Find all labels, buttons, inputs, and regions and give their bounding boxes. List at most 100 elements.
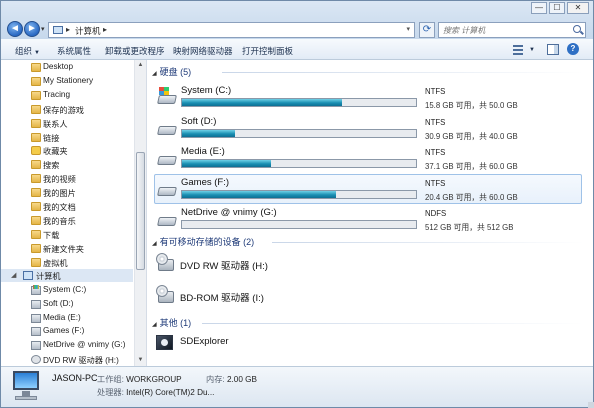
close-button[interactable]: ✕ <box>567 2 589 14</box>
uninstall-program-button[interactable]: 卸载或更改程序 <box>105 45 165 57</box>
sidebar-item[interactable]: 链接 <box>1 131 133 144</box>
system-drive-icon <box>157 87 177 107</box>
removable-drive-tile[interactable]: DVD RW 驱动器 (H:) <box>154 251 454 277</box>
hard-disks-group-header[interactable]: ◢ 硬盘 (5) <box>152 65 584 79</box>
organize-button[interactable]: 组织 ▼ <box>15 45 40 57</box>
system-properties-button[interactable]: 系统属性 <box>57 45 91 57</box>
sidebar-drive-item[interactable]: DVD RW 驱动器 (H:) <box>1 353 133 366</box>
drive-tile[interactable]: Soft (D:) NTFS 30.9 GB 可用，共 40.0 GB <box>154 113 582 143</box>
group-divider <box>202 323 584 324</box>
view-dropdown-chevron-icon[interactable]: ▼ <box>529 47 535 53</box>
sidebar-item-label: Tracing <box>43 89 70 99</box>
collapse-triangle-icon[interactable]: ◢ <box>152 241 157 247</box>
drive-icon <box>31 341 41 351</box>
folder-icon <box>31 76 41 86</box>
sidebar-item[interactable]: 收藏夹 <box>1 144 133 157</box>
breadcrumb-separator-icon[interactable]: ▸ <box>66 25 70 34</box>
sdexplorer-icon <box>156 335 173 350</box>
sidebar-item-label: 下载 <box>43 230 60 240</box>
preview-pane-icon[interactable] <box>547 44 559 55</box>
back-button[interactable]: ◄ <box>7 21 23 37</box>
sidebar-item[interactable]: 搜索 <box>1 158 133 171</box>
drive-tile[interactable]: System (C:) NTFS 15.8 GB 可用，共 50.0 GB <box>154 82 582 112</box>
collapse-triangle-icon[interactable]: ◢ <box>152 71 157 77</box>
sidebar-item[interactable]: 我的图片 <box>1 186 133 199</box>
scroll-up-arrow-icon[interactable]: ▲ <box>135 60 146 71</box>
sidebar-item-label: 我的音乐 <box>43 216 76 226</box>
system-drive-icon <box>31 285 41 295</box>
navigation-scrollbar[interactable]: ▲ ▼ <box>134 60 146 366</box>
sidebar-item[interactable]: 新建文件夹 <box>1 242 133 255</box>
sidebar-item-label: 搜索 <box>43 161 60 171</box>
recent-pages-chevron-icon[interactable]: ▾ <box>41 25 45 33</box>
removable-storage-group-header[interactable]: ◢ 有可移动存储的设备 (2) <box>152 235 584 249</box>
scroll-down-arrow-icon[interactable]: ▼ <box>135 355 146 366</box>
sidebar-drive-item[interactable]: Media (E:) <box>1 312 133 325</box>
sidebar-item[interactable]: 我的视频 <box>1 172 133 185</box>
sidebar-drive-label: Soft (D:) <box>43 298 74 308</box>
scrollbar-thumb[interactable] <box>136 152 145 270</box>
drive-icon <box>31 299 41 309</box>
folder-icon <box>31 243 41 253</box>
sidebar-item[interactable]: Desktop <box>1 61 133 74</box>
collapse-triangle-icon[interactable]: ◢ <box>152 322 157 328</box>
drive-tile[interactable]: Games (F:) NTFS 20.4 GB 可用，共 60.0 GB <box>154 173 582 204</box>
other-group-header[interactable]: ◢ 其他 (1) <box>152 316 584 330</box>
workgroup-label: 工作组: <box>97 375 124 384</box>
dvd-icon <box>31 355 41 364</box>
drive-name: NetDrive @ vnimy (G:) <box>181 207 277 218</box>
help-icon[interactable]: ? <box>567 43 579 55</box>
drive-usage-fill <box>182 129 236 137</box>
maximize-button[interactable]: ☐ <box>549 2 565 14</box>
explorer-window: — ☐ ✕ ◄ ► ▾ ▸ 计算机 ▸ ▾ ⟳ 组织▼ 系统属性 卸载或更改程序… <box>0 0 594 408</box>
other-item-tile[interactable]: SDExplorer <box>154 332 454 354</box>
search-icon[interactable] <box>573 25 581 33</box>
expanded-chevron-icon[interactable]: ◢ <box>11 271 16 279</box>
drive-icon <box>31 327 41 337</box>
sidebar-drive-item[interactable]: NetDrive @ vnimy (G:) <box>1 339 133 352</box>
sidebar-item[interactable]: 下载 <box>1 228 133 241</box>
sidebar-item-label: 我的文档 <box>43 203 76 212</box>
sidebar-item[interactable]: 保存的游戏 <box>1 103 133 116</box>
view-options-icon[interactable] <box>513 45 527 55</box>
search-box[interactable] <box>438 22 586 38</box>
drive-usage-fill <box>182 190 337 198</box>
sidebar-item[interactable]: Tracing <box>1 89 133 102</box>
minimize-button[interactable]: — <box>531 2 547 14</box>
sidebar-item[interactable]: 联系人 <box>1 117 133 130</box>
drive-tile[interactable]: NetDrive @ vnimy (G:) NDFS 512 GB 可用，共 512… <box>154 204 582 234</box>
map-network-drive-button[interactable]: 映射网络驱动器 <box>173 45 233 57</box>
sidebar-item[interactable]: 虚拟机 <box>1 256 133 269</box>
breadcrumb-chevron-icon[interactable]: ▸ <box>103 25 107 34</box>
nav-item-computer[interactable]: ◢ 计算机 <box>1 269 133 282</box>
sidebar-drive-item[interactable]: Games (F:) <box>1 325 133 338</box>
workgroup-info: 工作组: WORKGROUP <box>97 373 182 385</box>
sidebar-item[interactable]: My Stationery <box>1 75 133 88</box>
sidebar-item[interactable]: 我的音乐 <box>1 214 133 227</box>
address-bar[interactable]: ▸ 计算机 ▸ ▾ <box>48 22 415 38</box>
sidebar-drive-item[interactable]: System (C:) <box>1 284 133 297</box>
drive-name: Soft (D:) <box>181 115 217 127</box>
forward-button[interactable]: ► <box>24 21 40 37</box>
drive-filesystem: NDFS <box>425 209 447 218</box>
removable-drive-tile[interactable]: BD-ROM 驱动器 (I:) <box>154 283 454 309</box>
search-input[interactable] <box>439 23 567 37</box>
address-dropdown-chevron-down-icon[interactable]: ▾ <box>406 25 410 33</box>
details-pane: JASON-PC 工作组: WORKGROUP 内存: 2.00 GB 处理器:… <box>1 366 593 407</box>
optical-drive-icon <box>156 285 176 307</box>
memory-label: 内存: <box>206 375 225 384</box>
refresh-icon: ⟳ <box>422 24 432 35</box>
folder-icon <box>31 202 41 211</box>
refresh-button[interactable]: ⟳ <box>419 22 435 38</box>
breadcrumb-computer[interactable]: 计算机 <box>75 25 101 37</box>
folder-icon <box>31 215 41 225</box>
drive-filesystem: NTFS <box>425 87 446 96</box>
open-control-panel-button[interactable]: 打开控制面板 <box>242 45 293 57</box>
sidebar-drive-label: System (C:) <box>43 285 87 294</box>
removable-drive-name: BD-ROM 驱动器 (I:) <box>180 293 264 304</box>
sidebar-item[interactable]: 我的文档 <box>1 200 133 213</box>
sidebar-drive-item[interactable]: Soft (D:) <box>1 298 133 311</box>
hard-drive-icon <box>157 209 177 229</box>
processor-value: Intel(R) Core(TM)2 Du... <box>126 388 215 397</box>
drive-tile[interactable]: Media (E:) NTFS 37.1 GB 可用，共 60.0 GB <box>154 143 582 173</box>
